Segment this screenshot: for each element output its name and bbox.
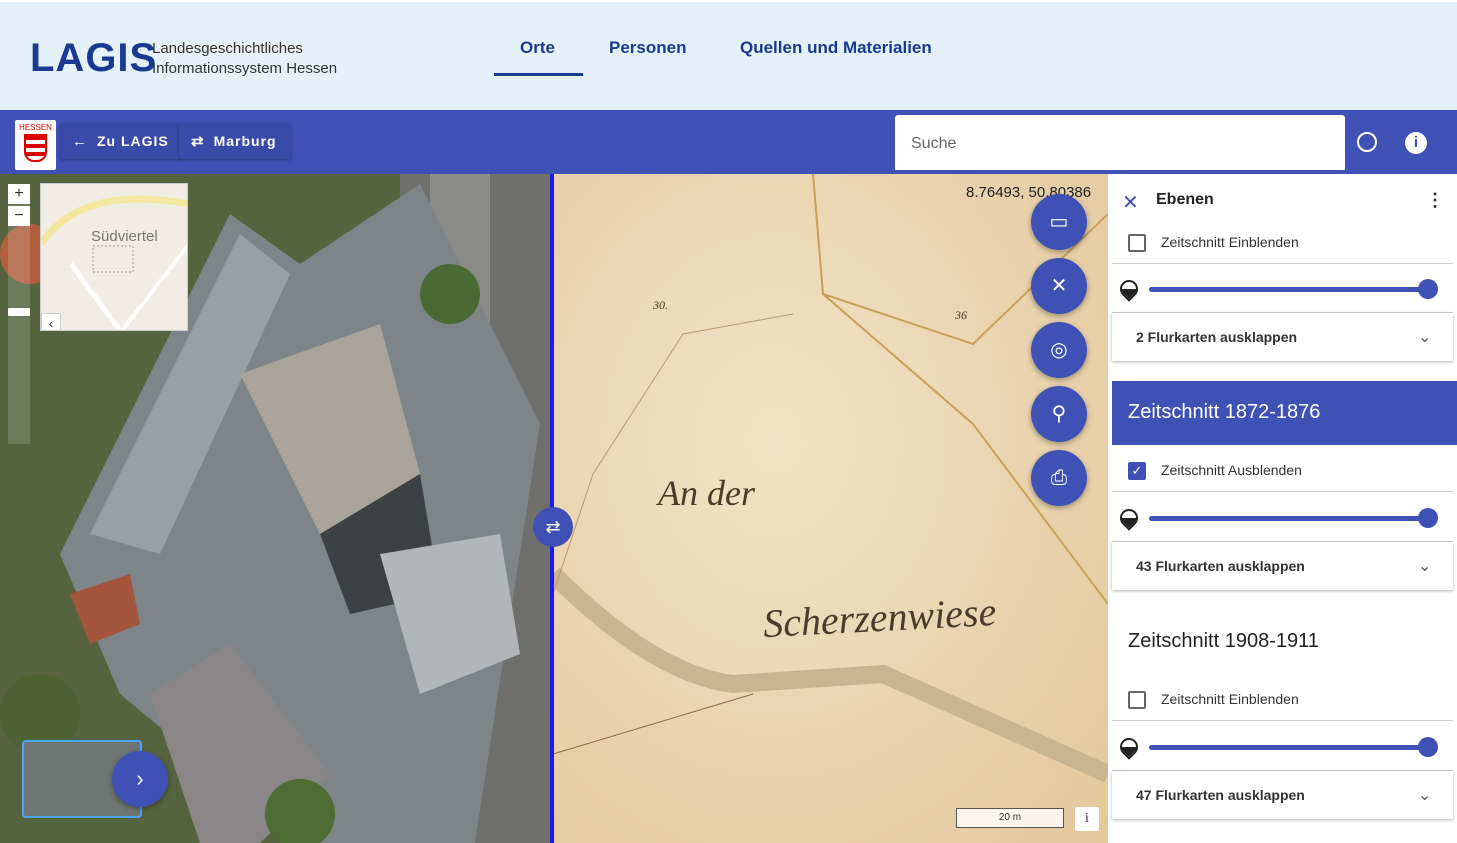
- logo-subtitle-line2: Informationssystem Hessen: [152, 60, 338, 77]
- minimap-streets: [41, 184, 187, 330]
- panel-header: ✕ Ebenen ⋮: [1108, 174, 1457, 226]
- historic-parcel-number-2: 36: [955, 308, 967, 322]
- top-toggle-checkbox[interactable]: [1128, 234, 1146, 252]
- opacity-slider[interactable]: [1149, 516, 1432, 521]
- chevron-down-icon: ⌄: [1418, 329, 1432, 346]
- top-toggle-row[interactable]: Zeitschnitt Einblenden: [1112, 222, 1453, 264]
- search-input[interactable]: Suche: [895, 115, 1345, 170]
- section2-checkbox[interactable]: [1128, 691, 1146, 709]
- top-opacity-row: [1112, 265, 1453, 313]
- expander-label: 43 Flurkarten ausklappen: [1136, 558, 1305, 574]
- aerial-map-layer[interactable]: + − Südviertel ‹ ›: [0, 174, 553, 843]
- zoom-slider-handle[interactable]: [8, 308, 30, 316]
- historic-parcel-number: 30.: [653, 298, 668, 312]
- zoom-control: + −: [8, 184, 30, 444]
- more-options-icon[interactable]: ⋮: [1426, 190, 1444, 211]
- close-panel-icon[interactable]: ✕: [1122, 190, 1139, 215]
- nav-active-indicator: [494, 73, 583, 76]
- opacity-slider[interactable]: [1149, 287, 1432, 292]
- hessen-coat-of-arms: HESSEN: [15, 120, 56, 170]
- section-header-1908[interactable]: Zeitschnitt 1908-1911: [1112, 610, 1457, 674]
- layers-panel: ✕ Ebenen ⋮ Zeitschnitt Einblenden 2 Flur…: [1108, 174, 1457, 843]
- section-title: Zeitschnitt 1908-1911: [1128, 630, 1319, 652]
- expander-label: 2 Flurkarten ausklappen: [1136, 329, 1298, 345]
- logo-subtitle-line1: Landesgeschichtliches: [152, 40, 303, 57]
- section2-opacity-row: [1112, 723, 1453, 771]
- section-header-1872[interactable]: Zeitschnitt 1872-1876: [1112, 381, 1457, 445]
- minimap-collapse-button[interactable]: ‹: [41, 313, 61, 330]
- globe-icon[interactable]: [1357, 132, 1377, 152]
- opacity-slider-thumb[interactable]: [1418, 737, 1438, 757]
- opacity-slider-thumb[interactable]: [1418, 508, 1438, 528]
- section1-expander[interactable]: 43 Flurkarten ausklappen ⌄: [1112, 542, 1453, 590]
- section1-toggle-row[interactable]: ✓ Zeitschnitt Ausblenden: [1112, 450, 1453, 492]
- next-layer-button[interactable]: ›: [112, 751, 168, 807]
- coat-text: HESSEN: [19, 123, 52, 132]
- search-icon: ⚲: [1051, 403, 1067, 425]
- panel-title: Ebenen: [1156, 191, 1214, 208]
- lion-shield-icon: [24, 134, 47, 162]
- map-toolbar: HESSEN ← Zu LAGIS ⇄ Marburg Suche i: [0, 110, 1457, 174]
- back-button-label: Zu LAGIS: [97, 133, 169, 149]
- opacity-icon: [1116, 505, 1142, 531]
- section1-checkbox[interactable]: ✓: [1128, 462, 1146, 480]
- section1-opacity-row: [1112, 494, 1453, 542]
- minimap-district-label: Südviertel: [91, 228, 158, 245]
- top-expander[interactable]: 2 Flurkarten ausklappen ⌄: [1112, 313, 1453, 361]
- locate-button[interactable]: ◎: [1031, 322, 1087, 378]
- back-to-lagis-button[interactable]: ← Zu LAGIS: [60, 123, 183, 159]
- zoom-out-button[interactable]: −: [8, 206, 30, 226]
- chevron-down-icon: ⌄: [1418, 787, 1432, 804]
- nav-orte[interactable]: Orte: [520, 38, 555, 58]
- place-button[interactable]: ⇄ Marburg: [179, 123, 291, 159]
- info-icon[interactable]: i: [1405, 132, 1427, 154]
- arrow-left-icon: ←: [72, 132, 88, 150]
- place-button-label: Marburg: [213, 133, 277, 149]
- zoom-in-button[interactable]: +: [8, 184, 30, 204]
- locate-icon: ◎: [1050, 339, 1068, 361]
- section2-toggle-row[interactable]: Zeitschnitt Einblenden: [1112, 679, 1453, 721]
- overview-minimap[interactable]: Südviertel ‹: [40, 183, 188, 331]
- section2-expander[interactable]: 47 Flurkarten ausklappen ⌄: [1112, 771, 1453, 819]
- section2-toggle-label: Zeitschnitt Einblenden: [1161, 691, 1299, 707]
- expander-label: 47 Flurkarten ausklappen: [1136, 787, 1305, 803]
- scale-bar: 20 m: [956, 808, 1064, 828]
- ruler-button[interactable]: ▭: [1031, 194, 1087, 250]
- chevron-down-icon: ⌄: [1418, 558, 1432, 575]
- section-title: Zeitschnitt 1872-1876: [1128, 401, 1321, 423]
- top-toggle-label: Zeitschnitt Einblenden: [1161, 234, 1299, 250]
- ruler-icon: ▭: [1049, 211, 1069, 233]
- map-search-button[interactable]: ⚲: [1031, 386, 1087, 442]
- opacity-icon: [1116, 276, 1142, 302]
- place-icon: ⇄: [191, 133, 205, 150]
- map-viewport[interactable]: + − Südviertel ‹ › An der Scherzenwiese …: [0, 174, 1108, 843]
- nav-personen[interactable]: Personen: [609, 38, 686, 58]
- close-icon: ✕: [1050, 275, 1068, 297]
- logo-subtitle: Landesgeschichtliches Informationssystem…: [152, 39, 337, 79]
- section1-toggle-label: Zeitschnitt Ausblenden: [1161, 462, 1302, 478]
- nav-quellen[interactable]: Quellen und Materialien: [740, 38, 932, 58]
- swap-icon[interactable]: ⇄: [533, 507, 573, 547]
- historic-map-drawing: [553, 174, 1108, 783]
- print-button[interactable]: ⎙: [1031, 450, 1087, 506]
- opacity-slider-thumb[interactable]: [1418, 279, 1438, 299]
- historic-map-layer[interactable]: An der Scherzenwiese 30. 36: [553, 174, 1108, 843]
- opacity-slider[interactable]: [1149, 745, 1432, 750]
- print-icon: ⎙: [1051, 467, 1067, 489]
- lagis-logo[interactable]: LAGIS: [30, 36, 157, 81]
- attribution-button[interactable]: i: [1075, 807, 1099, 831]
- site-header: LAGIS Landesgeschichtliches Informations…: [0, 0, 1457, 110]
- historic-label-an-der: An der: [658, 473, 755, 513]
- clear-button[interactable]: ✕: [1031, 258, 1087, 314]
- opacity-icon: [1116, 734, 1142, 760]
